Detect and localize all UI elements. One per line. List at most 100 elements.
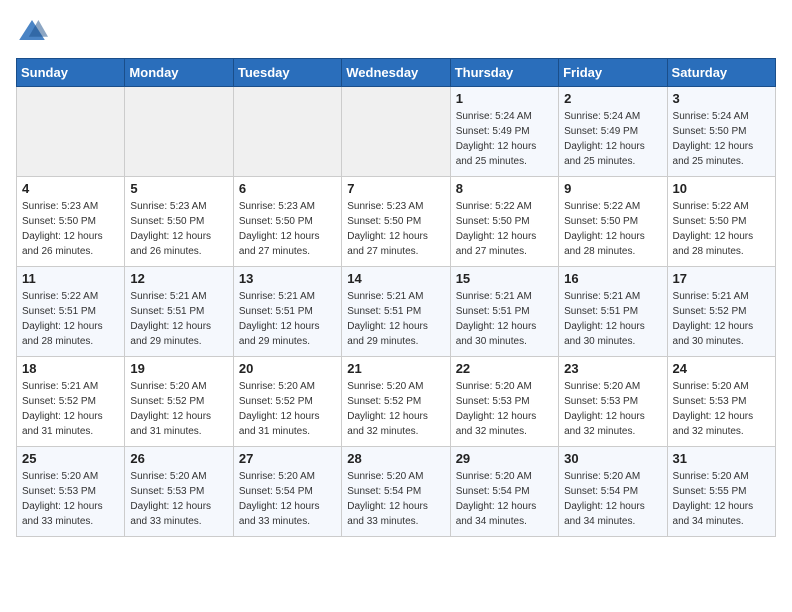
day-number: 1 (456, 91, 553, 106)
day-info: Sunrise: 5:21 AM Sunset: 5:51 PM Dayligh… (239, 289, 336, 349)
calendar-cell: 8 Sunrise: 5:22 AM Sunset: 5:50 PM Daylig… (450, 177, 558, 267)
calendar-cell: 13 Sunrise: 5:21 AM Sunset: 5:51 PM Dayli… (233, 267, 341, 357)
day-info: Sunrise: 5:20 AM Sunset: 5:54 PM Dayligh… (564, 469, 661, 529)
day-info: Sunrise: 5:21 AM Sunset: 5:51 PM Dayligh… (564, 289, 661, 349)
calendar-cell: 19 Sunrise: 5:20 AM Sunset: 5:52 PM Dayli… (125, 357, 233, 447)
day-number: 18 (22, 361, 119, 376)
day-number: 4 (22, 181, 119, 196)
day-number: 9 (564, 181, 661, 196)
day-number: 21 (347, 361, 444, 376)
day-info: Sunrise: 5:24 AM Sunset: 5:49 PM Dayligh… (564, 109, 661, 169)
day-number: 11 (22, 271, 119, 286)
weekday-header-sunday: Sunday (17, 59, 125, 87)
calendar-cell: 17 Sunrise: 5:21 AM Sunset: 5:52 PM Dayli… (667, 267, 775, 357)
calendar-week-1: 1 Sunrise: 5:24 AM Sunset: 5:49 PM Daylig… (17, 87, 776, 177)
day-info: Sunrise: 5:21 AM Sunset: 5:51 PM Dayligh… (456, 289, 553, 349)
weekday-header-monday: Monday (125, 59, 233, 87)
calendar-cell: 18 Sunrise: 5:21 AM Sunset: 5:52 PM Dayli… (17, 357, 125, 447)
calendar-header: SundayMondayTuesdayWednesdayThursdayFrid… (17, 59, 776, 87)
calendar-cell: 15 Sunrise: 5:21 AM Sunset: 5:51 PM Dayli… (450, 267, 558, 357)
calendar-cell: 23 Sunrise: 5:20 AM Sunset: 5:53 PM Dayli… (559, 357, 667, 447)
calendar-cell: 25Sunrise: 5:20 AM Sunset: 5:53 PM Dayli… (17, 447, 125, 537)
calendar-cell: 6Sunrise: 5:23 AM Sunset: 5:50 PM Daylig… (233, 177, 341, 267)
day-number: 12 (130, 271, 227, 286)
weekday-row: SundayMondayTuesdayWednesdayThursdayFrid… (17, 59, 776, 87)
calendar-cell: 14 Sunrise: 5:21 AM Sunset: 5:51 PM Dayli… (342, 267, 450, 357)
calendar-cell: 31Sunrise: 5:20 AM Sunset: 5:55 PM Dayli… (667, 447, 775, 537)
calendar-cell: 2 Sunrise: 5:24 AM Sunset: 5:49 PM Daylig… (559, 87, 667, 177)
calendar-cell: 5Sunrise: 5:23 AM Sunset: 5:50 PM Daylig… (125, 177, 233, 267)
day-info: Sunrise: 5:21 AM Sunset: 5:52 PM Dayligh… (22, 379, 119, 439)
calendar-cell: 26 Sunrise: 5:20 AM Sunset: 5:53 PM Dayli… (125, 447, 233, 537)
day-number: 20 (239, 361, 336, 376)
calendar-cell: 22 Sunrise: 5:20 AM Sunset: 5:53 PM Dayli… (450, 357, 558, 447)
day-info: Sunrise: 5:20 AM Sunset: 5:53 PM Dayligh… (673, 379, 770, 439)
day-number: 30 (564, 451, 661, 466)
weekday-header-thursday: Thursday (450, 59, 558, 87)
day-number: 29 (456, 451, 553, 466)
calendar-cell: 21 Sunrise: 5:20 AM Sunset: 5:52 PM Dayli… (342, 357, 450, 447)
day-info: Sunrise: 5:20 AM Sunset: 5:52 PM Dayligh… (130, 379, 227, 439)
day-info: Sunrise: 5:20 AM Sunset: 5:53 PM Dayligh… (456, 379, 553, 439)
day-number: 13 (239, 271, 336, 286)
day-number: 19 (130, 361, 227, 376)
calendar-cell: 11Sunrise: 5:22 AM Sunset: 5:51 PM Dayli… (17, 267, 125, 357)
day-number: 7 (347, 181, 444, 196)
calendar-week-4: 18 Sunrise: 5:21 AM Sunset: 5:52 PM Dayli… (17, 357, 776, 447)
day-info: Sunrise: 5:24 AM Sunset: 5:49 PM Dayligh… (456, 109, 553, 169)
day-info: Sunrise: 5:20 AM Sunset: 5:52 PM Dayligh… (239, 379, 336, 439)
day-number: 15 (456, 271, 553, 286)
day-info: Sunrise: 5:21 AM Sunset: 5:51 PM Dayligh… (347, 289, 444, 349)
day-info: Sunrise: 5:20 AM Sunset: 5:54 PM Dayligh… (456, 469, 553, 529)
day-info: Sunrise: 5:20 AM Sunset: 5:52 PM Dayligh… (347, 379, 444, 439)
day-number: 3 (673, 91, 770, 106)
day-number: 27 (239, 451, 336, 466)
day-number: 17 (673, 271, 770, 286)
day-number: 2 (564, 91, 661, 106)
calendar-cell: 7 Sunrise: 5:23 AM Sunset: 5:50 PM Daylig… (342, 177, 450, 267)
day-number: 28 (347, 451, 444, 466)
day-info: Sunrise: 5:22 AM Sunset: 5:50 PM Dayligh… (564, 199, 661, 259)
calendar-cell: 28Sunrise: 5:20 AM Sunset: 5:54 PM Dayli… (342, 447, 450, 537)
calendar-cell: 24 Sunrise: 5:20 AM Sunset: 5:53 PM Dayli… (667, 357, 775, 447)
calendar-cell: 10Sunrise: 5:22 AM Sunset: 5:50 PM Dayli… (667, 177, 775, 267)
day-number: 25 (22, 451, 119, 466)
calendar-cell: 9 Sunrise: 5:22 AM Sunset: 5:50 PM Daylig… (559, 177, 667, 267)
logo-icon (16, 16, 48, 48)
day-info: Sunrise: 5:20 AM Sunset: 5:54 PM Dayligh… (239, 469, 336, 529)
day-number: 24 (673, 361, 770, 376)
page-header (16, 16, 776, 48)
calendar-cell (233, 87, 341, 177)
calendar-cell: 16 Sunrise: 5:21 AM Sunset: 5:51 PM Dayli… (559, 267, 667, 357)
day-number: 23 (564, 361, 661, 376)
day-info: Sunrise: 5:20 AM Sunset: 5:53 PM Dayligh… (564, 379, 661, 439)
day-number: 22 (456, 361, 553, 376)
calendar-cell (342, 87, 450, 177)
calendar-cell: 29 Sunrise: 5:20 AM Sunset: 5:54 PM Dayli… (450, 447, 558, 537)
calendar-cell: 30 Sunrise: 5:20 AM Sunset: 5:54 PM Dayli… (559, 447, 667, 537)
day-info: Sunrise: 5:20 AM Sunset: 5:53 PM Dayligh… (130, 469, 227, 529)
logo (16, 16, 52, 48)
calendar-cell: 27 Sunrise: 5:20 AM Sunset: 5:54 PM Dayli… (233, 447, 341, 537)
calendar-cell (17, 87, 125, 177)
day-number: 26 (130, 451, 227, 466)
calendar-cell: 12Sunrise: 5:21 AM Sunset: 5:51 PM Dayli… (125, 267, 233, 357)
day-number: 8 (456, 181, 553, 196)
calendar-cell (125, 87, 233, 177)
day-info: Sunrise: 5:23 AM Sunset: 5:50 PM Dayligh… (347, 199, 444, 259)
weekday-header-tuesday: Tuesday (233, 59, 341, 87)
day-number: 14 (347, 271, 444, 286)
calendar-cell: 1 Sunrise: 5:24 AM Sunset: 5:49 PM Daylig… (450, 87, 558, 177)
calendar-week-2: 4 Sunrise: 5:23 AM Sunset: 5:50 PM Daylig… (17, 177, 776, 267)
day-info: Sunrise: 5:23 AM Sunset: 5:50 PM Dayligh… (239, 199, 336, 259)
day-info: Sunrise: 5:21 AM Sunset: 5:52 PM Dayligh… (673, 289, 770, 349)
weekday-header-saturday: Saturday (667, 59, 775, 87)
day-number: 5 (130, 181, 227, 196)
day-number: 10 (673, 181, 770, 196)
day-info: Sunrise: 5:22 AM Sunset: 5:50 PM Dayligh… (456, 199, 553, 259)
calendar-body: 1 Sunrise: 5:24 AM Sunset: 5:49 PM Daylig… (17, 87, 776, 537)
day-info: Sunrise: 5:24 AM Sunset: 5:50 PM Dayligh… (673, 109, 770, 169)
day-number: 16 (564, 271, 661, 286)
weekday-header-wednesday: Wednesday (342, 59, 450, 87)
calendar-cell: 4Sunrise: 5:23 AM Sunset: 5:50 PM Daylig… (17, 177, 125, 267)
